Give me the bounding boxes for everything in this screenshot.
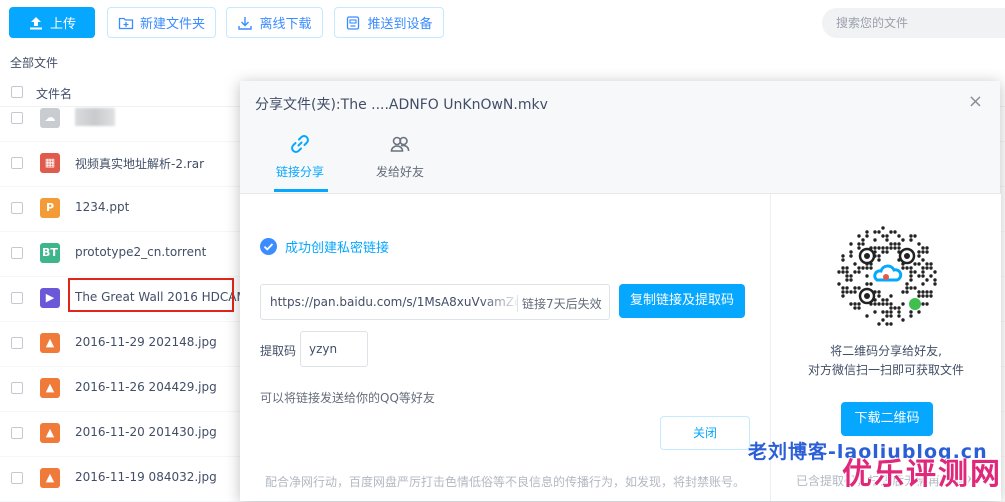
success-text: 成功创建私密链接: [285, 241, 390, 256]
new-folder-label: 新建文件夹: [139, 17, 205, 32]
breadcrumb[interactable]: 全部文件: [10, 54, 58, 71]
row-checkbox[interactable]: [11, 202, 23, 214]
friends-icon: [390, 136, 410, 152]
check-circle-icon: [260, 238, 277, 255]
row-checkbox[interactable]: [11, 157, 23, 169]
link-icon: [291, 135, 309, 153]
image-icon: ▲: [40, 333, 60, 353]
highlight-box: [68, 278, 234, 312]
file-name[interactable]: 视频真实地址解析-2.rar: [75, 155, 204, 172]
toolbar: 上传 新建文件夹 离线下载 推送到设备 搜索您的文件: [0, 0, 1005, 46]
row-checkbox[interactable]: [11, 247, 23, 259]
offline-download-button[interactable]: 离线下载: [226, 7, 323, 38]
tab-link-share-label: 链接分享: [275, 165, 324, 179]
device-icon: [347, 15, 360, 30]
row-checkbox[interactable]: [11, 427, 23, 439]
tab-link-share[interactable]: 链接分享: [260, 133, 340, 180]
policy-note: 配合净网行动，百度网盘严厉打击色情低俗等不良信息的传播行为，如发现，将封禁账号。: [265, 475, 746, 489]
row-checkbox[interactable]: [11, 292, 23, 304]
cloud-file-icon: ☁: [40, 108, 60, 128]
upload-icon: [29, 16, 42, 29]
qr-tip: 将二维码分享给好友, 对方微信扫一扫即可获取文件: [771, 342, 1001, 380]
extract-code-label: 提取码: [260, 344, 297, 358]
archive-icon: ▦: [40, 153, 60, 173]
upload-button[interactable]: 上传: [9, 7, 95, 38]
download-qr-button[interactable]: 下载二维码: [841, 402, 933, 436]
video-icon: ▶: [40, 288, 60, 308]
qr-tip-line1: 将二维码分享给好友,: [830, 344, 942, 358]
share-link-field[interactable]: https://pan.baidu.com/s/1MsA8xuVvamZc 链接…: [260, 284, 610, 320]
success-message: 成功创建私密链接: [260, 237, 389, 256]
image-icon: ▲: [40, 423, 60, 443]
image-icon: ▲: [40, 378, 60, 398]
file-name[interactable]: 2016-11-26 204429.jpg: [75, 380, 217, 394]
offline-download-label: 离线下载: [259, 17, 312, 32]
tab-send-friends[interactable]: 发给好友: [360, 133, 440, 180]
extract-code-field[interactable]: yzyn: [300, 331, 368, 367]
row-checkbox[interactable]: [11, 112, 23, 124]
row-checkbox[interactable]: [11, 382, 23, 394]
tab-send-friends-label: 发给好友: [375, 165, 424, 179]
blurred-file-name: [75, 108, 115, 126]
image-icon: ▲: [40, 468, 60, 488]
file-name[interactable]: 2016-11-19 084032.jpg: [75, 470, 217, 484]
new-folder-icon: [118, 17, 134, 29]
file-name[interactable]: 2016-11-20 201430.jpg: [75, 425, 217, 439]
row-checkbox[interactable]: [11, 472, 23, 484]
active-tab-indicator: [274, 189, 328, 192]
push-device-label: 推送到设备: [367, 17, 433, 32]
dialog-header: 分享文件(夹):The ....ADNFO UnKnOwN.mkv × 链接分享…: [240, 81, 1000, 194]
ppt-icon: P: [40, 198, 60, 218]
close-icon[interactable]: ×: [968, 93, 983, 111]
upload-label: 上传: [49, 17, 76, 32]
push-device-button[interactable]: 推送到设备: [334, 7, 444, 38]
new-folder-button[interactable]: 新建文件夹: [107, 7, 216, 38]
dialog-title: 分享文件(夹):The ....ADNFO UnKnOwN.mkv: [255, 97, 548, 113]
qr-code-icon: [837, 226, 937, 326]
close-button[interactable]: 关闭: [660, 416, 750, 450]
link-expiry: 链接7天后失效: [517, 295, 602, 312]
search-input[interactable]: 搜索您的文件: [822, 8, 1005, 38]
copy-link-button[interactable]: 复制链接及提取码: [619, 284, 745, 318]
torrent-icon: BT: [40, 243, 60, 263]
qr-tip-line2: 对方微信扫一扫即可获取文件: [807, 363, 964, 377]
file-name[interactable]: prototype2_cn.torrent: [75, 245, 206, 259]
file-name[interactable]: 2016-11-29 202148.jpg: [75, 335, 217, 349]
watermark-site: 优乐评测网: [842, 457, 1002, 492]
download-icon: [238, 16, 253, 30]
qq-share-tip: 可以将链接发送给你的QQ等好友: [260, 391, 435, 405]
file-name[interactable]: 1234.ppt: [75, 200, 129, 214]
row-checkbox[interactable]: [11, 337, 23, 349]
link-fade: [481, 286, 521, 318]
